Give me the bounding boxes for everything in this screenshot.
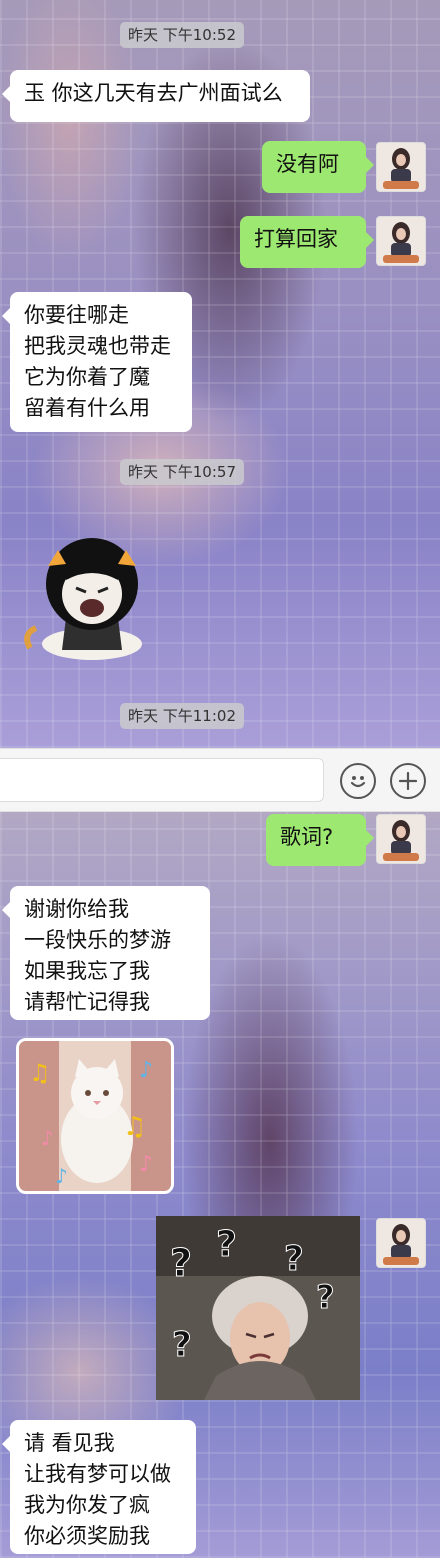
incoming-message[interactable]: 玉 你这几天有去广州面试么 [2, 70, 310, 122]
message-text: 你要往哪走 [24, 303, 129, 327]
smiley-face-icon[interactable] [340, 763, 376, 799]
outgoing-message[interactable]: 没有阿 [262, 141, 374, 193]
outgoing-message[interactable]: 打算回家 [240, 216, 374, 268]
message-text: 把我灵魂也带走 [24, 334, 171, 358]
svg-text:?: ? [316, 1278, 335, 1316]
message-text: 一段快乐的梦游 [24, 928, 171, 952]
message-text: 如果我忘了我 [24, 959, 150, 983]
message-text: 你必须奖励我 [24, 1524, 150, 1548]
svg-text:♪: ♪ [139, 1058, 153, 1083]
user-avatar[interactable] [376, 216, 426, 266]
outgoing-message[interactable]: 歌词? [266, 814, 374, 866]
svg-text:?: ? [284, 1239, 304, 1279]
svg-text:?: ? [216, 1224, 237, 1265]
plus-icon[interactable] [390, 763, 426, 799]
message-text: 我为你发了疯 [24, 1493, 150, 1517]
svg-text:?: ? [172, 1325, 192, 1365]
message-text: 请 看见我 [24, 1431, 115, 1455]
timestamp: 昨天 下午10:57 [120, 459, 244, 485]
message-input-bar [0, 748, 440, 812]
message-text: 玉 你这几天有去广州面试么 [24, 81, 283, 105]
user-avatar[interactable] [376, 142, 426, 192]
svg-text:?: ? [170, 1241, 192, 1285]
avatar-photo-icon [377, 143, 425, 191]
svg-text:♫: ♫ [29, 1059, 51, 1087]
incoming-message[interactable]: 你要往哪走 把我灵魂也带走 它为你着了魔 留着有什么用 [2, 292, 192, 432]
incoming-message[interactable]: 谢谢你给我 一段快乐的梦游 如果我忘了我 请帮忙记得我 [2, 886, 210, 1020]
user-avatar[interactable] [376, 814, 426, 864]
confused-woman-question-marks-sticker[interactable]: ? ? ? ? ? [156, 1216, 360, 1400]
avatar-photo-icon [377, 815, 425, 863]
message-text: 它为你着了魔 [24, 365, 150, 389]
cat-music-notes-sticker[interactable]: ♫ ♪ ♫ ♪ ♪ ♪ [16, 1038, 174, 1194]
svg-text:♪: ♪ [41, 1126, 54, 1150]
svg-text:♪: ♪ [55, 1164, 68, 1188]
chat-panel-top[interactable]: 昨天 下午10:52 玉 你这几天有去广州面试么 没有阿 打算回家 你要往哪走 … [0, 0, 440, 748]
svg-text:♪: ♪ [139, 1152, 153, 1177]
chat-panel-bottom[interactable]: 歌词? 谢谢你给我 一段快乐的梦游 如果我忘了我 请帮忙记得我 ♫ ♪ ♫ ♪ … [0, 812, 440, 1558]
message-text: 没有阿 [276, 152, 339, 176]
svg-text:♫: ♫ [123, 1112, 146, 1142]
message-text: 请帮忙记得我 [24, 990, 150, 1014]
laughing-cartoon-sticker[interactable] [18, 522, 168, 664]
avatar-photo-icon [377, 1219, 425, 1267]
timestamp: 昨天 下午11:02 [120, 703, 244, 729]
message-input[interactable] [0, 758, 324, 802]
incoming-message[interactable]: 请 看见我 让我有梦可以做 我为你发了疯 你必须奖励我 [2, 1420, 196, 1554]
message-text: 留着有什么用 [24, 396, 150, 420]
timestamp: 昨天 下午10:52 [120, 22, 244, 48]
message-text: 让我有梦可以做 [24, 1462, 171, 1486]
message-text: 歌词? [280, 825, 334, 849]
avatar-photo-icon [377, 217, 425, 265]
message-text: 谢谢你给我 [24, 897, 129, 921]
user-avatar[interactable] [376, 1218, 426, 1268]
message-text: 打算回家 [254, 227, 338, 251]
